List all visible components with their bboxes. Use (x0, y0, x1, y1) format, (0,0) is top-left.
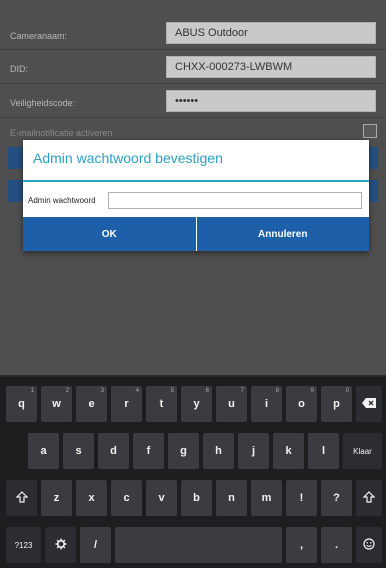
key-k[interactable]: k (273, 433, 304, 469)
key-letter: o (298, 398, 305, 410)
dialog-title: Admin wachtwoord bevestigen (33, 150, 223, 166)
space-bar[interactable] (115, 527, 282, 563)
emoji-key[interactable] (356, 527, 382, 563)
keyboard-top-edge (0, 375, 386, 377)
key-hint: 4 (135, 388, 139, 394)
key-e[interactable]: e3 (76, 386, 107, 422)
enter-key[interactable]: Klaar (343, 433, 382, 469)
key-period[interactable]: . (321, 527, 352, 563)
did-label: DID: (10, 64, 28, 74)
camera-name-field[interactable]: ABUS Outdoor (166, 22, 376, 44)
key-hint: 2 (65, 388, 69, 394)
camera-name-row: Cameranaam: ABUS Outdoor (0, 20, 386, 50)
email-notification-label: E-mailnotificatie activeren (10, 128, 113, 138)
key-hint: 5 (170, 388, 174, 394)
key-f[interactable]: f (133, 433, 164, 469)
key-exclamation[interactable]: ! (286, 480, 317, 516)
key-r[interactable]: r4 (111, 386, 142, 422)
did-field[interactable]: CHXX-000273-LWBWM (166, 56, 376, 78)
key-v[interactable]: v (146, 480, 177, 516)
key-letter: e (88, 398, 95, 410)
key-w[interactable]: w2 (41, 386, 72, 422)
key-i[interactable]: i8 (251, 386, 282, 422)
key-question[interactable]: ? (321, 480, 352, 516)
key-u[interactable]: u7 (216, 386, 247, 422)
key-hint: 6 (205, 388, 209, 394)
key-hint: 3 (100, 388, 104, 394)
dialog-divider (23, 180, 369, 182)
key-s[interactable]: s (63, 433, 94, 469)
key-m[interactable]: m (251, 480, 282, 516)
ok-button[interactable]: OK (23, 217, 196, 251)
key-g[interactable]: g (168, 433, 199, 469)
key-comma[interactable]: , (286, 527, 317, 563)
key-x[interactable]: x (76, 480, 107, 516)
key-letter: u (228, 398, 235, 410)
smiley-icon (363, 537, 375, 553)
key-slash[interactable]: / (80, 527, 111, 563)
key-letter: t (159, 398, 164, 410)
key-letter: p (333, 398, 340, 410)
did-row: DID: CHXX-000273-LWBWM (0, 52, 386, 84)
security-code-row: Veiligheidscode: •••••• (0, 86, 386, 118)
backspace-key[interactable] (356, 386, 382, 422)
symbols-key[interactable]: ?123 (6, 527, 41, 563)
cancel-button[interactable]: Annuleren (195, 217, 369, 251)
key-letter: r (124, 398, 129, 410)
shift-key-right[interactable] (356, 480, 382, 516)
key-letter: q (18, 398, 25, 410)
admin-password-input[interactable] (108, 192, 362, 209)
key-y[interactable]: y6 (181, 386, 212, 422)
key-letter: y (193, 398, 200, 410)
key-hint: 8 (275, 388, 279, 394)
key-d[interactable]: d (98, 433, 129, 469)
key-h[interactable]: h (203, 433, 234, 469)
admin-password-label: Admin wachtwoord (28, 196, 96, 205)
settings-key[interactable] (45, 527, 76, 563)
key-a[interactable]: a (28, 433, 59, 469)
key-p[interactable]: p0 (321, 386, 352, 422)
security-code-label: Veiligheidscode: (10, 98, 76, 108)
key-c[interactable]: c (111, 480, 142, 516)
camera-name-label: Cameranaam: (10, 31, 68, 41)
key-q[interactable]: q1 (6, 386, 37, 422)
key-t[interactable]: t5 (146, 386, 177, 422)
key-hint: 9 (310, 388, 314, 394)
key-o[interactable]: o9 (286, 386, 317, 422)
email-notification-checkbox[interactable] (363, 124, 377, 138)
key-n[interactable]: n (216, 480, 247, 516)
key-letter: w (52, 398, 61, 410)
key-hint: 0 (345, 388, 349, 394)
key-letter: i (264, 398, 269, 410)
key-j[interactable]: j (238, 433, 269, 469)
key-hint: 1 (30, 388, 34, 394)
shift-icon (15, 490, 28, 506)
security-code-field[interactable]: •••••• (166, 90, 376, 112)
key-hint: 7 (240, 388, 244, 394)
key-l[interactable]: l (308, 433, 339, 469)
key-z[interactable]: z (41, 480, 72, 516)
shift-key-left[interactable] (6, 480, 37, 516)
backspace-icon (362, 397, 376, 411)
shift-icon (362, 490, 376, 506)
dialog-buttons: OK Annuleren (23, 217, 369, 251)
admin-password-dialog: Admin wachtwoord bevestigen Admin wachtw… (23, 140, 369, 251)
onscreen-keyboard: q1 w2 e3 r4 t5 y6 u7 i8 o9 p0 a s d f g … (0, 375, 386, 568)
gear-icon (55, 538, 67, 553)
key-b[interactable]: b (181, 480, 212, 516)
